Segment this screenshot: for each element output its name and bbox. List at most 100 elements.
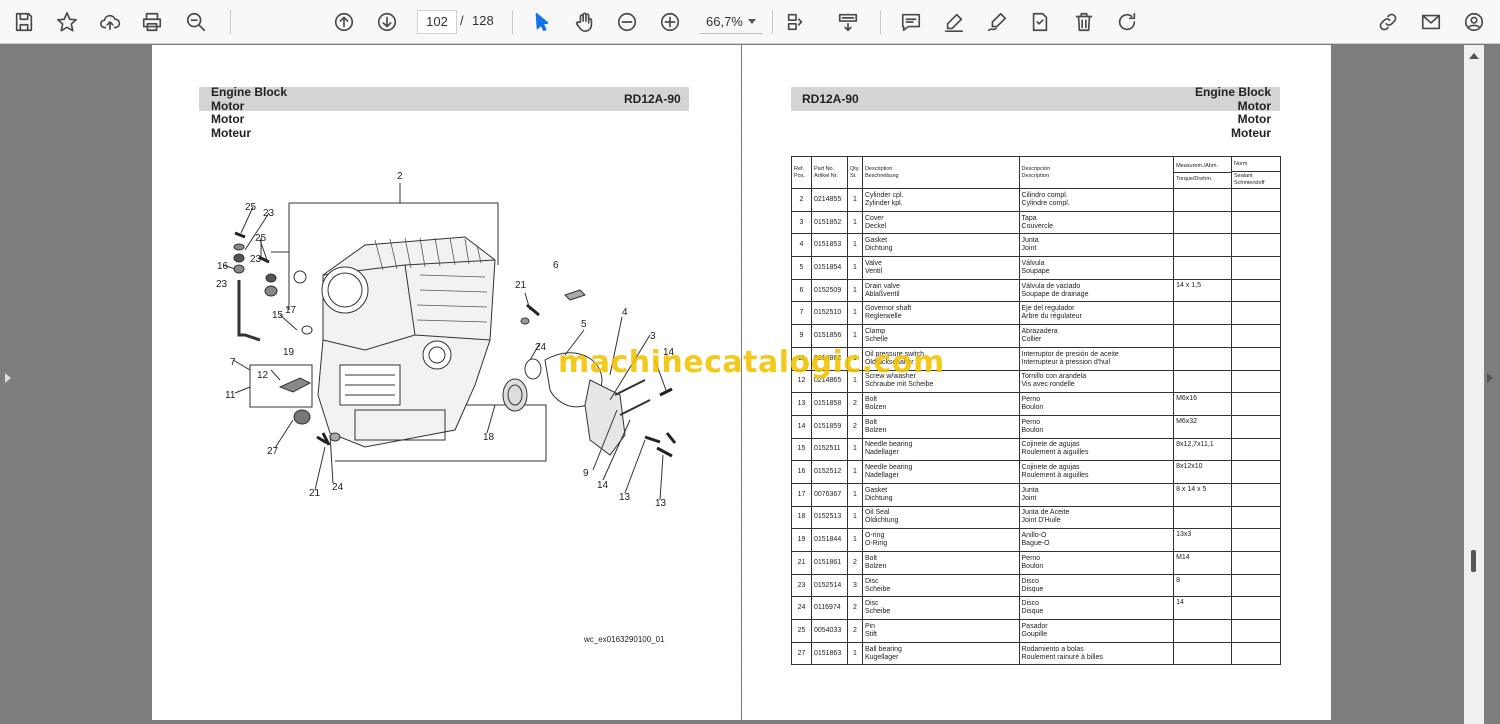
rotate-icon[interactable] [1113,8,1141,36]
cell-measurement: M6x16 [1173,392,1233,416]
cell-qty: 1 [846,278,863,303]
cell-ref: 14 [791,414,812,439]
account-icon[interactable] [1460,8,1488,36]
parts-table: Ref. Pos. Part No. Artikel Nr. Qty. St. Des… [791,156,1281,666]
callout-label: 23 [263,208,275,219]
cell-qty: 2 [846,392,863,416]
scroll-mode-icon[interactable] [834,8,862,36]
upload-cloud-icon[interactable] [96,8,124,36]
fit-page-icon[interactable] [782,8,810,36]
next-page-arrow-icon[interactable] [1487,373,1493,383]
cell-part-no: 0152514 [810,573,848,598]
zoom-out-icon[interactable] [613,8,641,36]
cell-descripcion: Perno Boulon [1018,392,1175,416]
select-cursor-icon[interactable] [528,8,556,36]
cell-ref: 23 [791,573,812,598]
cell-descripcion: Rodamiento a bolas Roulement rainuré à bi… [1018,641,1175,666]
engine-block-drawing: 2 25 23 25 16 23 23 15 17 19 7 12 11 27 … [216,171,677,509]
cell-measurement [1173,256,1233,280]
cell-measurement: 8x12x10 [1173,460,1233,484]
zoom-in-icon[interactable] [656,8,684,36]
cell-part-no: 0151863 [810,641,848,666]
cell-part-no: 0054033 [810,619,848,643]
comment-icon[interactable] [897,8,925,36]
cell-part-no: 0151852 [810,210,848,235]
cell-qty: 1 [846,233,863,258]
table-row: 9 0151856 1 Clamp Schelle Abrazadera Collier [791,324,1281,348]
cell-ref: 13 [791,392,812,416]
header-line: Moteur [1231,125,1271,140]
highlight-pen-icon[interactable] [940,8,968,36]
table-row: 4 0151853 1 Gasket Dichtung Junta Joint [791,233,1281,258]
model-number: RD12A-90 [624,92,681,106]
save-icon[interactable] [10,8,38,36]
previous-page-arrow-icon[interactable] [5,373,11,383]
page-down-icon[interactable] [373,8,401,36]
callout-label: 24 [535,342,547,353]
share-link-icon[interactable] [1374,8,1402,36]
diagram-caption: wc_ex0163290100_01 [584,635,665,644]
cell-ref: 24 [791,596,812,621]
cell-measurement [1173,188,1233,212]
column-header-norm: Norm Sealant Schmierstoff [1231,156,1281,189]
table-row: 23 0152514 3 Disc Scheibe Disco Disque 8 [791,573,1281,598]
cell-ref: 4 [791,233,812,258]
search-zoom-icon[interactable] [182,8,210,36]
cell-ref: 7 [791,301,812,326]
table-row: 16 0152512 1 Needle bearing Nadellager Cojine… [791,460,1281,484]
cell-description: Gasket Dichtung [861,233,1020,258]
scrollbar[interactable] [1464,45,1484,724]
table-row: 6 0152509 1 Drain valve Ablaßventil Válvula d… [791,278,1281,303]
cell-ref: 25 [791,619,812,643]
hand-pan-icon[interactable] [571,8,599,36]
cell-measurement [1173,369,1233,394]
callout-label: 19 [283,347,295,358]
column-header-qty: Qty. St. [846,156,863,189]
table-row: 24 0116974 2 Disc Scheibe Disco Disque 14 [791,596,1281,621]
cell-norm [1231,301,1281,326]
scroll-up-arrow-icon[interactable] [1469,53,1479,59]
cell-descripcion: Junta Joint [1018,233,1175,258]
header-line: Motor [1237,98,1271,113]
cell-ref: 15 [791,437,812,462]
cell-measurement [1173,641,1233,666]
cell-qty: 1 [846,188,863,212]
cell-part-no: 0151854 [810,256,848,280]
stamp-icon[interactable] [1026,8,1054,36]
cell-norm [1231,188,1281,212]
header-line: Engine Block [211,85,288,99]
delete-icon[interactable] [1070,8,1098,36]
cell-description: Governor shaft Reglerwelle [861,301,1020,326]
cell-ref: 6 [791,278,812,303]
cell-norm [1231,482,1281,507]
callout-label: 7 [230,357,236,368]
cell-measurement [1173,505,1233,530]
callout-label: 4 [622,307,628,318]
sign-icon[interactable] [983,8,1011,36]
table-header-row: Ref. Pos. Part No. Artikel Nr. Qty. St. Des… [791,156,1281,189]
bookmark-star-icon[interactable] [53,8,81,36]
table-row: 27 0151863 1 Ball bearing Kugellager Rodamien… [791,641,1281,666]
cell-descripcion: Anillo-O Bague-O [1018,528,1175,552]
cell-ref: 9 [791,324,812,348]
page-number-input[interactable]: 102 [417,10,457,34]
print-icon[interactable] [138,8,166,36]
cell-descripcion: Perno Boulon [1018,414,1175,439]
chevron-down-icon[interactable] [748,19,756,24]
scrollbar-thumb[interactable] [1471,550,1476,572]
cell-description: Disc Scheibe [861,573,1020,598]
callout-label: 23 [216,279,228,290]
email-icon[interactable] [1417,8,1445,36]
cell-norm [1231,641,1281,666]
cell-ref: 17 [791,482,812,507]
cell-measurement: 8 x 14 x 5 [1173,482,1233,507]
table-row: 21 0151861 2 Bolt Bolzen Perno Boulon M14 [791,551,1281,575]
cell-norm [1231,256,1281,280]
page-up-icon[interactable] [330,8,358,36]
cell-qty: 2 [846,596,863,621]
cell-norm [1231,528,1281,552]
cell-ref: 2 [791,188,812,212]
cell-description: Disc Scheibe [861,596,1020,621]
cell-norm [1231,346,1281,371]
cell-measurement [1173,233,1233,258]
